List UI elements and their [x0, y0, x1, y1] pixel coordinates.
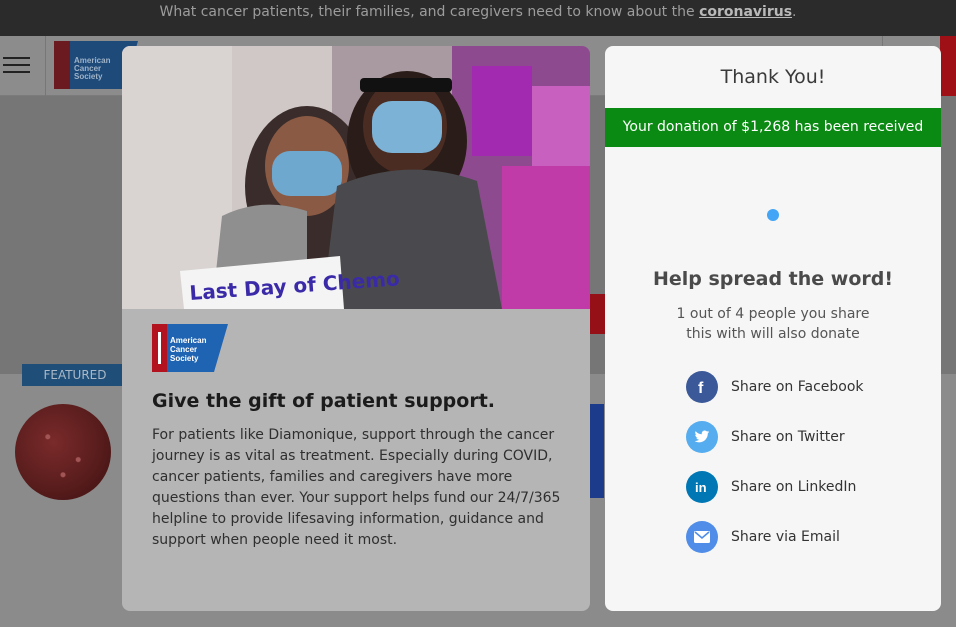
menu-button[interactable]: [0, 36, 46, 96]
donation-confirmation-banner: Your donation of $1,268 has been receive…: [605, 108, 941, 147]
share-label: Share via Email: [731, 529, 840, 545]
share-heading: Help spread the word!: [652, 268, 894, 290]
svg-text:Cancer: Cancer: [170, 345, 197, 354]
thank-you-panel: Thank You! Your donation of $1,268 has b…: [605, 46, 941, 611]
coronavirus-image[interactable]: [15, 404, 111, 500]
thank-you-title: Thank You!: [720, 66, 826, 88]
share-linkedin-button[interactable]: in Share on LinkedIn: [686, 471, 856, 503]
announcement-text: What cancer patients, their families, an…: [159, 4, 695, 20]
linkedin-icon: in: [686, 471, 718, 503]
email-icon: [686, 521, 718, 553]
promo-body-text: For patients like Diamonique, support th…: [152, 427, 561, 548]
announcement-bar: What cancer patients, their families, an…: [0, 0, 956, 36]
svg-text:f: f: [698, 380, 704, 395]
acs-logo: American Cancer Society: [152, 324, 228, 372]
patient-photo: Last Day of Chemo: [122, 46, 590, 309]
share-twitter-button[interactable]: Share on Twitter: [686, 421, 845, 453]
share-label: Share on LinkedIn: [731, 479, 857, 495]
svg-text:in: in: [695, 480, 707, 495]
share-email-button[interactable]: Share via Email: [686, 521, 840, 553]
share-facebook-button[interactable]: f Share on Facebook: [686, 371, 864, 403]
promo-panel: Last Day of Chemo American Cancer Societ…: [122, 46, 590, 611]
loading-indicator: [767, 209, 779, 221]
share-label: Share on Twitter: [731, 429, 845, 445]
svg-text:American: American: [170, 336, 207, 345]
share-label: Share on Facebook: [731, 379, 864, 395]
twitter-icon: [686, 421, 718, 453]
promo-heading: Give the gift of patient support.: [152, 390, 496, 412]
article-image-edge: [590, 404, 604, 498]
facebook-icon: f: [686, 371, 718, 403]
svg-text:Society: Society: [74, 72, 103, 81]
donate-tab[interactable]: [940, 36, 956, 96]
svg-text:Society: Society: [170, 354, 199, 363]
coronavirus-link[interactable]: coronavirus: [699, 4, 792, 20]
featured-tag: FEATURED: [22, 364, 128, 386]
share-subtext: 1 out of 4 people you share this with wi…: [676, 306, 870, 342]
